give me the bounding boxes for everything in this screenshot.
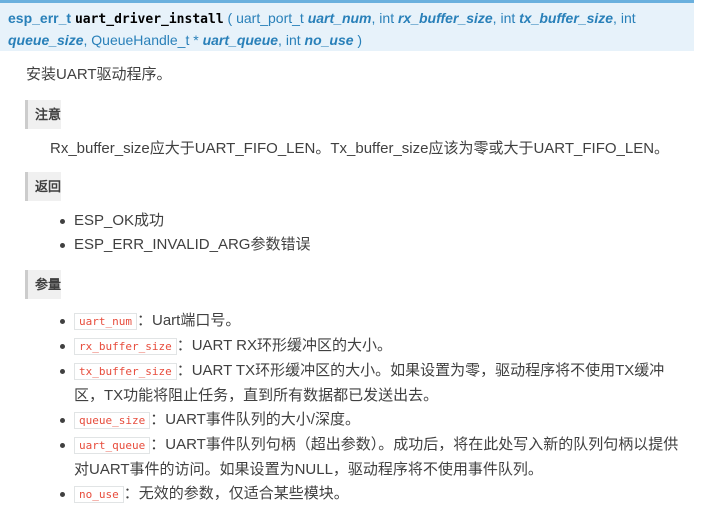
param-code: uart_queue	[74, 437, 151, 454]
return-type: esp_err_t	[8, 10, 72, 26]
note-text: Rx_buffer_size应大于UART_FIFO_LEN。Tx_buffer…	[50, 140, 670, 157]
list-item: rx_buffer_size ：UART RX环形缓冲区的大小。	[58, 334, 688, 359]
list-item: uart_queue ：UART事件队列句柄（超出参数）。成功后，将在此处写入新的…	[58, 433, 688, 482]
note-label: 注意	[25, 100, 62, 129]
function-description: 安装UART驱动程序。	[26, 66, 172, 83]
param-type: int	[620, 10, 636, 26]
param-name: no_use	[304, 32, 354, 48]
param-type: QueueHandle_t *	[91, 32, 199, 48]
param-code: no_use	[74, 486, 124, 503]
list-item: tx_buffer_size ：UART TX环形缓冲区的大小。如果设置为零，驱动…	[58, 359, 688, 408]
list-item: ESP_OK成功	[58, 209, 310, 233]
returns-list: ESP_OK成功 ESP_ERR_INVALID_ARG参数错误	[58, 209, 310, 257]
param-name: uart_num	[307, 10, 372, 26]
list-item: queue_size ：UART事件队列的大小/深度。	[58, 408, 688, 433]
parameters-label: 参量	[25, 270, 62, 299]
param-name: tx_buffer_size	[519, 10, 614, 26]
param-type: int	[500, 10, 516, 26]
param-code: queue_size	[74, 412, 151, 429]
list-item: no_use ：无效的参数，仅适合某些模块。	[58, 482, 688, 507]
param-name: uart_queue	[202, 32, 279, 48]
parameters-list: uart_num ：Uart端口号。 rx_buffer_size ：UART RX…	[58, 309, 688, 507]
list-item: uart_num ：Uart端口号。	[58, 309, 688, 334]
param-code: tx_buffer_size	[74, 363, 177, 380]
param-code: rx_buffer_size	[74, 338, 177, 355]
param-name: queue_size	[8, 32, 84, 48]
param-name: rx_buffer_size	[397, 10, 493, 26]
param-type: int	[285, 32, 301, 48]
param-type: int	[379, 10, 395, 26]
function-signature: esp_err_t uart_driver_install ( uart_por…	[0, 0, 694, 51]
list-item: ESP_ERR_INVALID_ARG参数错误	[58, 233, 310, 257]
function-name: uart_driver_install	[74, 12, 224, 27]
param-code: uart_num	[74, 313, 137, 330]
close-paren: )	[357, 32, 363, 48]
param-type: uart_port_t	[236, 10, 304, 26]
returns-label: 返回	[25, 172, 62, 201]
open-paren: (	[227, 10, 233, 26]
